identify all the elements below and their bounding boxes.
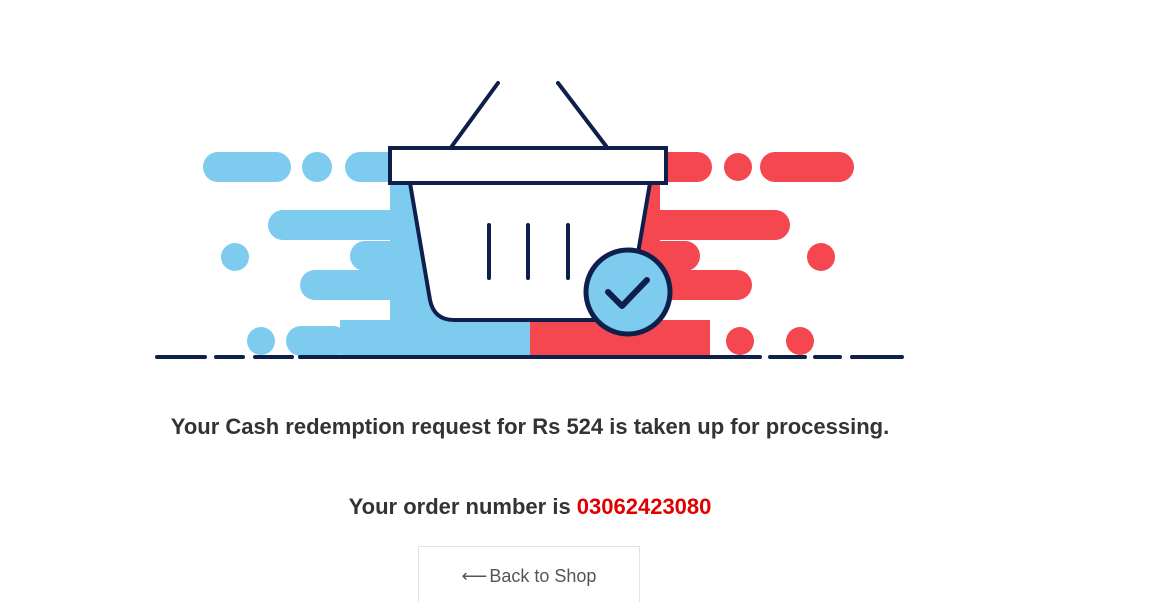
order-number-line: Your order number is 03062423080 bbox=[0, 494, 1060, 520]
check-badge bbox=[583, 247, 673, 337]
order-number-value: 03062423080 bbox=[576, 494, 712, 519]
redemption-message: Your Cash redemption request for Rs 524 … bbox=[170, 414, 890, 439]
shopping-basket-checkmark-icon bbox=[155, 81, 904, 359]
order-confirmation-page: Your Cash redemption request for Rs 524 … bbox=[0, 0, 1152, 602]
back-to-shop-button[interactable]: ⟵ Back to Shop bbox=[418, 546, 640, 602]
back-to-shop-label: Back to Shop bbox=[489, 566, 597, 586]
back-arrow-icon: ⟵ bbox=[461, 566, 488, 586]
basket-handles bbox=[450, 81, 608, 148]
order-number-label: Your order number is bbox=[348, 494, 577, 519]
basket-rim bbox=[388, 146, 668, 185]
